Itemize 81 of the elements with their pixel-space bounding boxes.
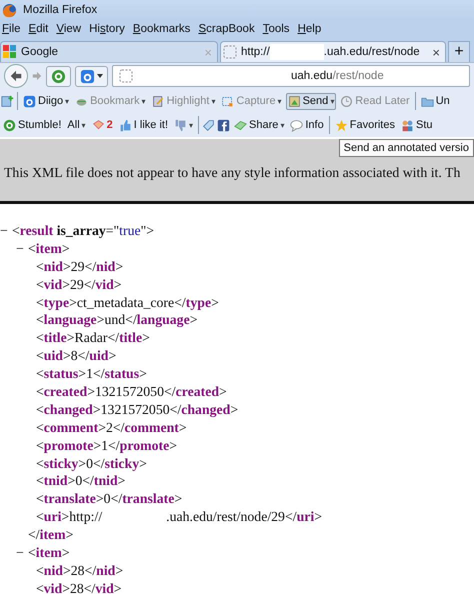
address-field[interactable]: uah.edu/rest/node: [112, 65, 470, 87]
collapse-toggle[interactable]: −: [16, 544, 28, 561]
diigo-logo-icon: [80, 68, 95, 84]
share-icon: [234, 118, 248, 132]
menu-item[interactable]: File: [2, 23, 21, 35]
collapse-toggle[interactable]: −: [0, 222, 12, 239]
diamond-icon: [92, 118, 105, 132]
xml-line: <sticky>0</sticky>: [36, 456, 147, 472]
people-icon: [400, 118, 414, 132]
menu-item[interactable]: Tools: [262, 23, 290, 35]
xml-line: </item>: [28, 527, 74, 544]
xml-line: <nid>28</nid>: [36, 562, 124, 579]
xml-line: <comment>2</comment>: [36, 420, 187, 436]
xml-line: <type>ct_metadata_core</type>: [36, 294, 219, 310]
diigo-button[interactable]: [75, 66, 108, 86]
diigo-logo-icon: [23, 94, 36, 108]
back-button[interactable]: [4, 64, 28, 88]
new-tab-button[interactable]: +: [448, 41, 470, 62]
blank-page-icon: [119, 69, 133, 83]
browser-tab[interactable]: Google ×: [0, 41, 218, 62]
toolbar-button[interactable]: Send ▾: [286, 92, 336, 110]
speech-bubble-icon: [290, 118, 304, 132]
xml-line: <promote>1</promote>: [36, 438, 177, 454]
xml-line: <result is_array="true">: [12, 222, 154, 239]
menu-item[interactable]: Edit: [28, 23, 48, 35]
firefox-logo-icon: [2, 2, 17, 18]
plus-page-icon[interactable]: [1, 94, 14, 108]
info-button[interactable]: Info: [288, 116, 326, 134]
menu-item[interactable]: Bookmarks: [132, 23, 190, 35]
xml-line: <translate>0</translate>: [36, 491, 182, 508]
thumbs-up-icon: [118, 118, 132, 132]
blank-page-icon: [223, 45, 237, 59]
url-text: uah.edu/rest/node: [291, 70, 384, 82]
dislike-button[interactable]: ▾: [172, 116, 196, 134]
highlighter-icon: [152, 94, 165, 108]
share-button[interactable]: Share ▾: [232, 116, 286, 134]
xml-line: <changed>1321572050</changed>: [36, 402, 238, 418]
favorites-button[interactable]: Favorites: [332, 116, 397, 134]
all-dropdown[interactable]: All ▾: [65, 117, 88, 133]
xml-line: <item>: [28, 544, 70, 561]
menu-item[interactable]: ScrapBook: [198, 23, 255, 35]
forward-icon[interactable]: [32, 71, 42, 81]
browser-tab[interactable]: http:// .uah.edu/rest/node ×: [220, 41, 446, 62]
xml-line: <vid>28</vid>: [36, 580, 122, 594]
tag-icon[interactable]: [202, 118, 216, 132]
collapse-toggle[interactable]: −: [16, 240, 28, 257]
star-icon: [334, 118, 348, 132]
xml-line: <created>1321572050</created>: [36, 384, 227, 400]
stumbleupon-button[interactable]: [46, 66, 71, 86]
toolbar-button[interactable]: Un: [418, 92, 452, 110]
xml-line: <tnid>0</tnid>: [36, 473, 126, 490]
xml-line: <vid>29</vid>: [36, 276, 122, 293]
like-button[interactable]: I like it!: [116, 116, 170, 134]
ring-logo-icon: [3, 118, 16, 132]
menu-item[interactable]: History: [89, 23, 125, 35]
stumble-button[interactable]: Stumble!: [1, 116, 64, 134]
xml-line: <title>Radar</title>: [36, 330, 150, 346]
xml-line: <uri>http:// .uah.edu/rest/node/29</uri>: [36, 509, 322, 526]
xml-line: <nid>29</nid>: [36, 258, 124, 275]
facebook-icon[interactable]: [217, 118, 230, 132]
clock-icon: [340, 94, 354, 108]
back-arrow-icon: [9, 69, 23, 83]
capture-icon: [221, 94, 234, 108]
close-tab-button[interactable]: ×: [432, 44, 440, 60]
window-title: Mozilla Firefox: [23, 4, 98, 16]
menu-item[interactable]: View: [56, 23, 82, 35]
picture-frame-icon: [288, 94, 301, 108]
review-count-button[interactable]: 2: [90, 116, 115, 134]
menu-item[interactable]: Help: [298, 23, 322, 35]
xml-line: <status>1</status>: [36, 366, 147, 382]
xml-line: <language>und</language>: [36, 312, 198, 328]
caret-icon: [97, 74, 103, 78]
xml-notice: This XML file does not appear to have any style information associated with it. Th: [4, 165, 460, 181]
toolbar-button[interactable]: Diigo ▾: [21, 92, 72, 110]
xml-line: <uid>8</uid>: [36, 348, 116, 364]
stumblers-button[interactable]: Stu: [398, 116, 434, 134]
ring-logo-icon: [51, 68, 66, 84]
xml-line: <item>: [28, 240, 70, 257]
tooltip: Send an annotated versio: [338, 139, 474, 157]
thumbs-down-icon: [174, 118, 188, 132]
multicolor-squares-icon: [3, 45, 17, 59]
